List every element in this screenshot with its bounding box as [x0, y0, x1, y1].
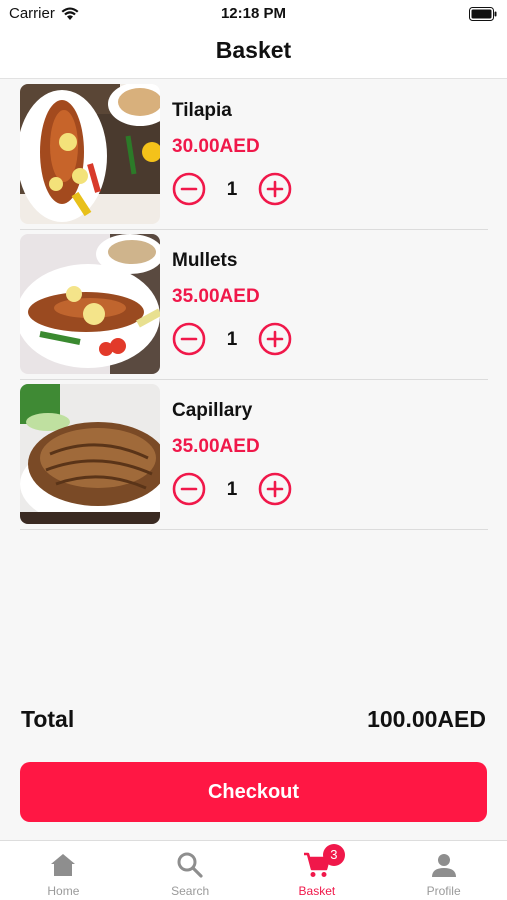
fish-dish-photo — [20, 234, 160, 374]
item-price: 35.00AED — [172, 436, 260, 457]
tab-profile[interactable]: Profile — [380, 841, 507, 900]
battery-icon — [469, 7, 497, 21]
basket-item: Mullets 35.00AED 1 — [20, 230, 488, 380]
tab-label: Profile — [426, 884, 461, 898]
page-title: Basket — [215, 37, 292, 63]
fish-dish-photo — [20, 384, 160, 524]
basket-item: Tilapia 30.00AED 1 — [20, 80, 488, 230]
tab-label: Search — [171, 884, 210, 898]
increase-quantity-button[interactable] — [258, 322, 292, 356]
tab-label: Basket — [298, 884, 336, 898]
quantity-stepper: 1 — [172, 322, 312, 356]
quantity-stepper: 1 — [172, 472, 312, 506]
tab-label: Home — [47, 884, 80, 898]
checkout-button[interactable]: Checkout — [20, 762, 487, 822]
basket-item: Capillary 35.00AED 1 — [20, 380, 488, 530]
clock: 12:18 PM — [220, 5, 287, 22]
basket-list: Tilapia 30.00AED 1 Mullets 35.00AED 1 Ca… — [20, 80, 488, 530]
item-price: 35.00AED — [172, 286, 260, 307]
quantity-value: 1 — [226, 179, 238, 200]
quantity-stepper: 1 — [172, 172, 312, 206]
fish-dish-photo — [20, 84, 160, 224]
cart-count-badge: 3 — [322, 844, 345, 866]
decrease-quantity-button[interactable] — [172, 472, 206, 506]
tab-basket[interactable]: 3 Basket — [254, 841, 381, 900]
decrease-quantity-button[interactable] — [172, 172, 206, 206]
tab-bar: Home Search 3 Basket Profile — [0, 840, 507, 900]
total-value: 100.00AED — [367, 706, 486, 732]
increase-quantity-button[interactable] — [258, 472, 292, 506]
quantity-value: 1 — [226, 479, 238, 500]
person-icon — [431, 854, 456, 877]
tab-search[interactable]: Search — [127, 841, 254, 900]
quantity-value: 1 — [226, 329, 238, 350]
item-price: 30.00AED — [172, 136, 260, 157]
navigation-bar: Basket — [0, 28, 507, 79]
tab-home[interactable]: Home — [0, 841, 127, 900]
item-name: Tilapia — [172, 100, 232, 121]
total-label: Total — [21, 706, 75, 732]
search-icon — [177, 852, 203, 878]
increase-quantity-button[interactable] — [258, 172, 292, 206]
decrease-quantity-button[interactable] — [172, 322, 206, 356]
item-name: Mullets — [172, 250, 238, 271]
home-icon — [51, 854, 76, 876]
status-bar: Carrier 12:18 PM — [0, 0, 507, 28]
item-name: Capillary — [172, 400, 253, 421]
